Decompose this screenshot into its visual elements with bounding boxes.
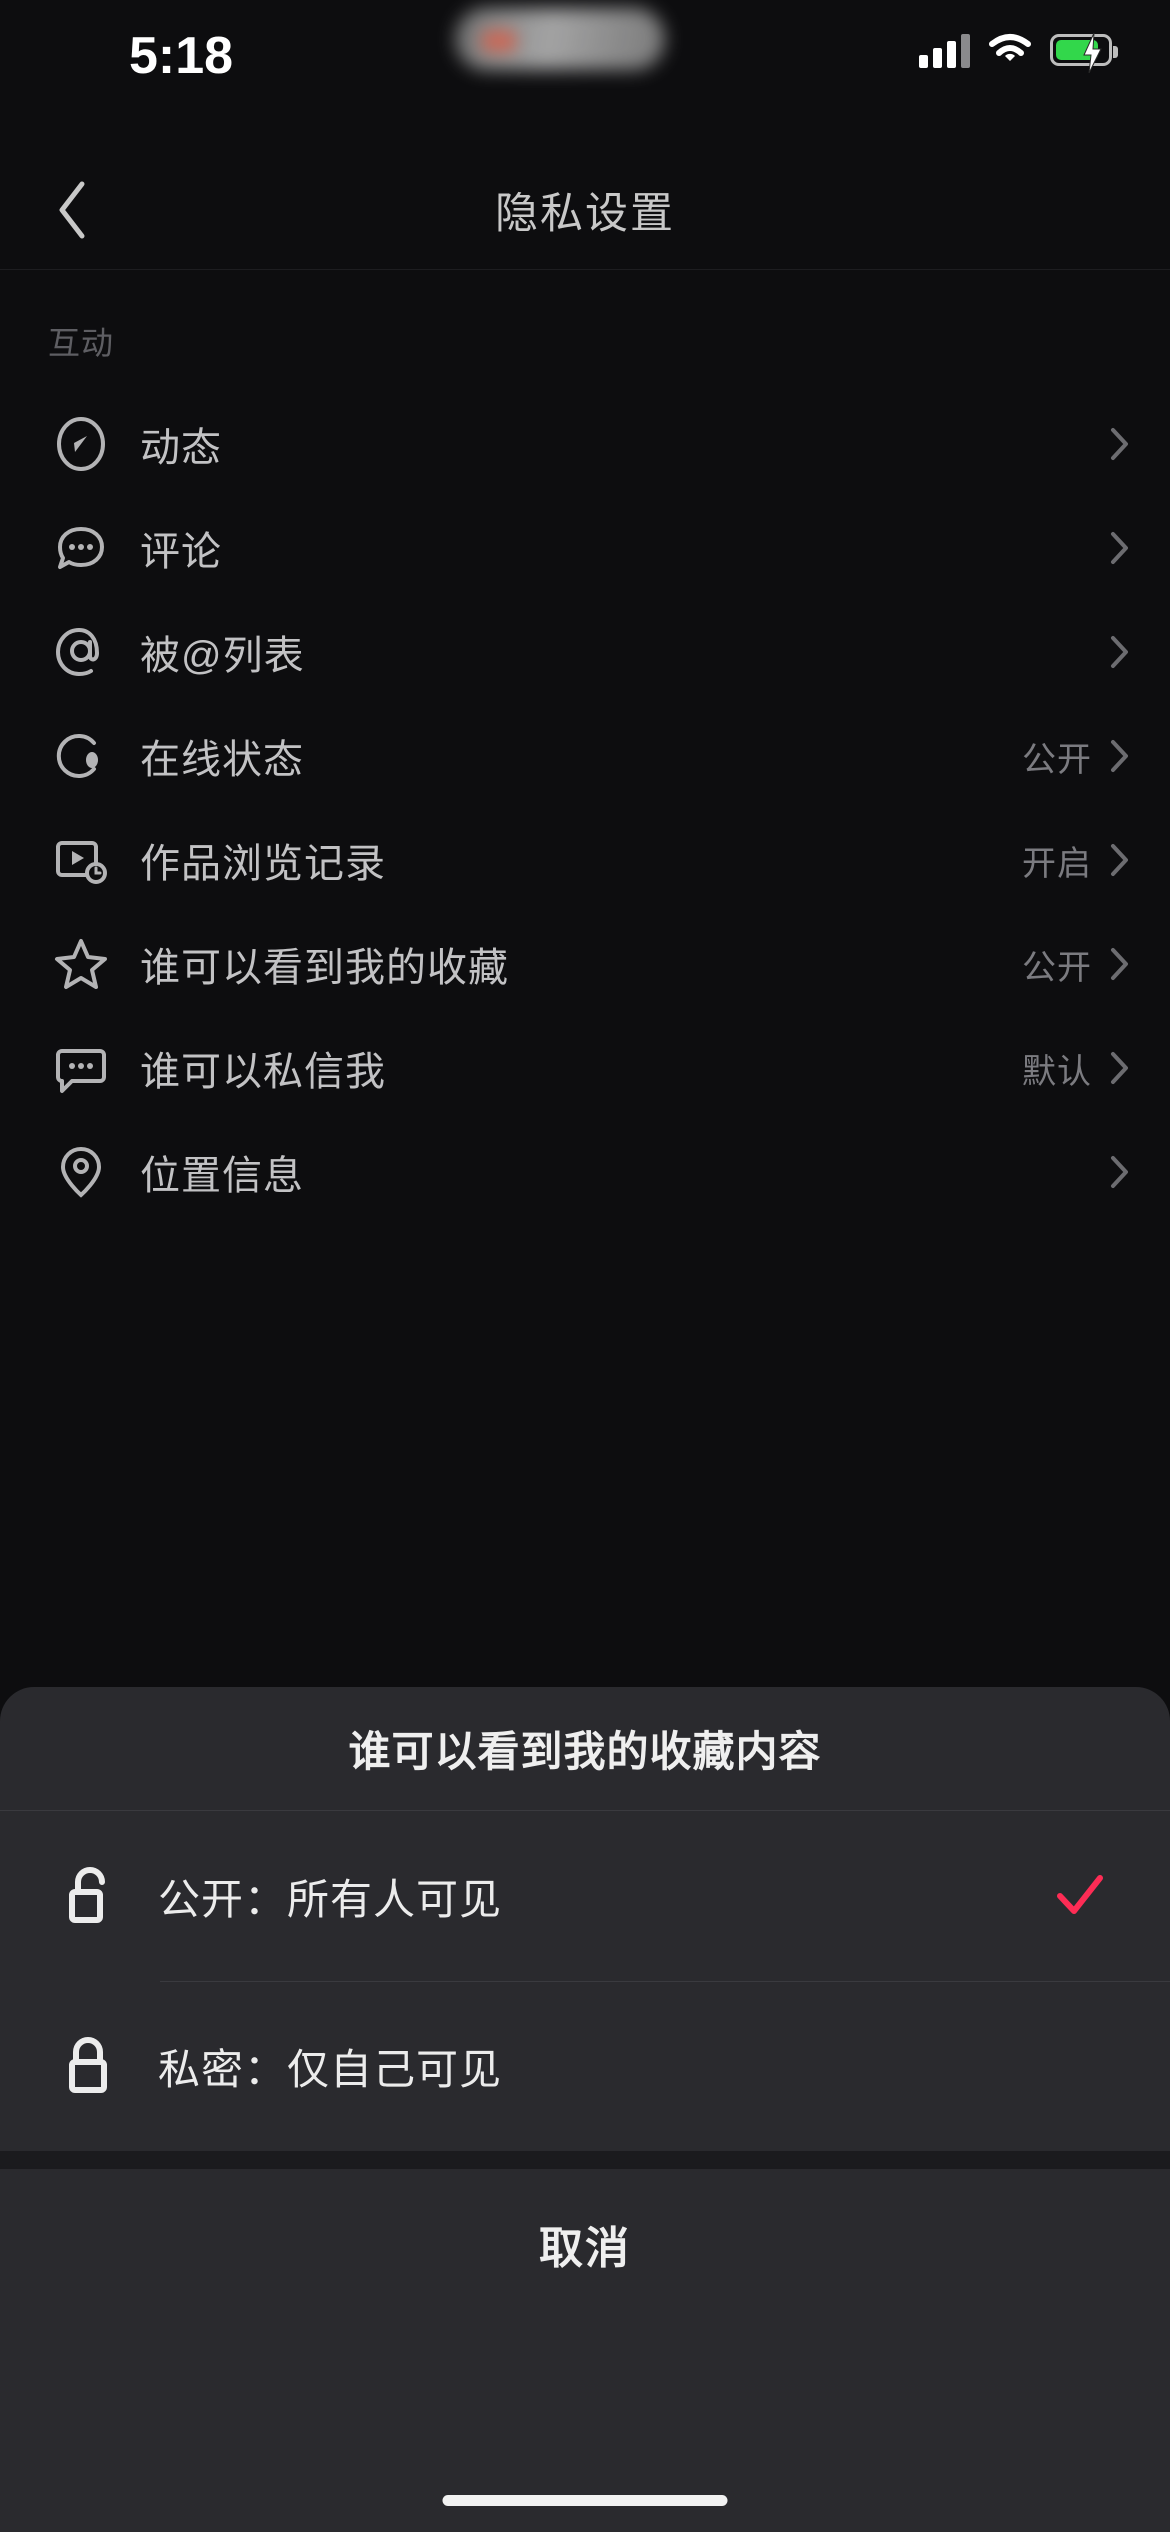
cancel-button[interactable]: 取消: [0, 2169, 1170, 2319]
check-icon-placeholder: [1052, 2038, 1108, 2094]
action-sheet: 谁可以看到我的收藏内容 公开：所有人可见 私密：仅自己可见 取消: [0, 1687, 1170, 2532]
option-public[interactable]: 公开：所有人可见: [0, 1811, 1170, 1981]
option-private[interactable]: 私密：仅自己可见: [0, 1981, 1170, 2151]
check-icon: [1052, 1868, 1108, 1924]
phone-screen: 5:18 隐私设置 互动 动态 评论 被@列表 在线状态 公开 作品浏览记录 开…: [0, 0, 1170, 2532]
action-sheet-options: 公开：所有人可见 私密：仅自己可见: [0, 1811, 1170, 2151]
action-sheet-title: 谁可以看到我的收藏内容: [0, 1687, 1170, 1811]
action-sheet-divider: [0, 2151, 1170, 2169]
option-public-label: 公开：所有人可见: [158, 1875, 503, 1923]
unlock-icon: [62, 1863, 118, 1929]
home-indicator: [442, 2495, 728, 2506]
lock-icon: [62, 2033, 118, 2099]
option-private-label: 私密：仅自己可见: [158, 2045, 503, 2093]
